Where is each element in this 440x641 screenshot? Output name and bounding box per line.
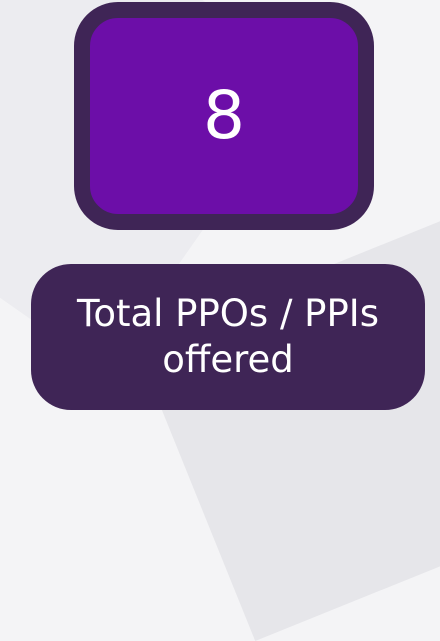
stat-label-pill: Total PPOs / PPIs offered: [31, 264, 425, 410]
stat-label: Total PPOs / PPIs offered: [77, 291, 379, 381]
background-shape: [135, 186, 440, 641]
stat-value: 8: [203, 77, 245, 154]
stat-tile: 8: [74, 2, 374, 230]
